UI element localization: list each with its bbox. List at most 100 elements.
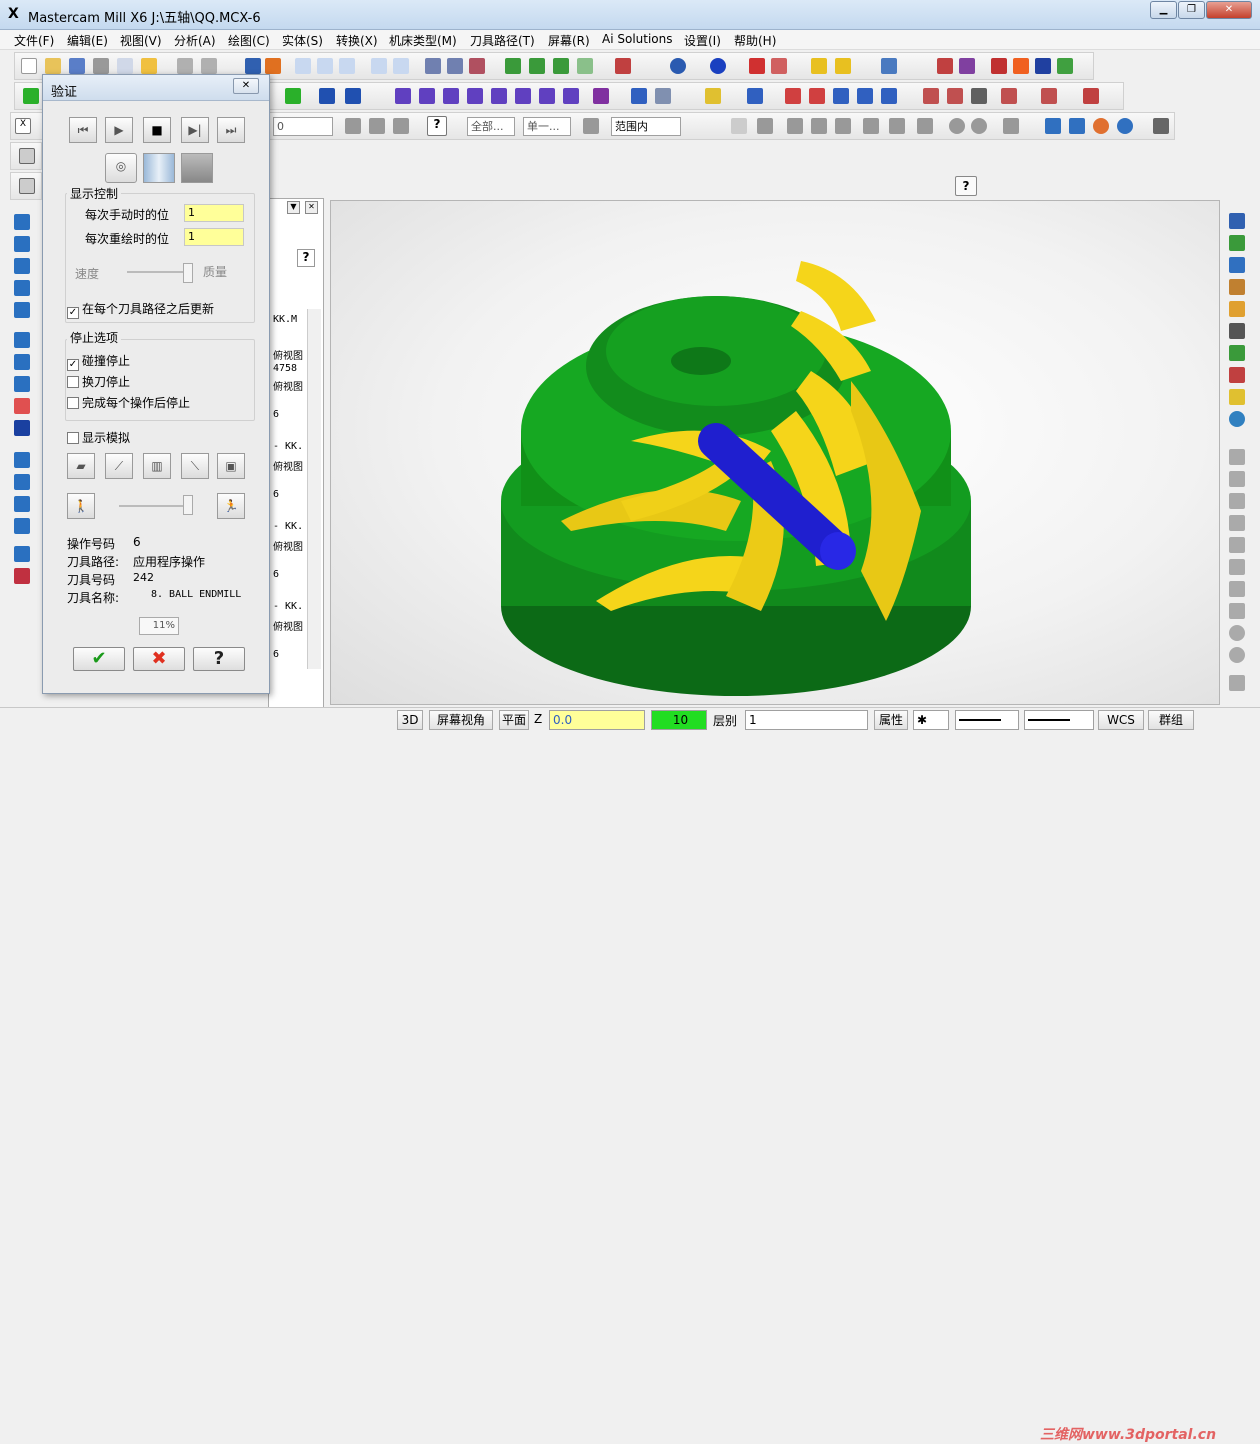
sim-speed-slider[interactable]: [119, 505, 193, 507]
toolpath-4-icon[interactable]: [467, 88, 483, 104]
hex-3-icon[interactable]: [811, 118, 827, 134]
machine-icon[interactable]: [1001, 88, 1017, 104]
hex-4-icon[interactable]: [835, 118, 851, 134]
close-button[interactable]: ✕: [1206, 1, 1252, 19]
layer-combo[interactable]: 1: [745, 710, 868, 730]
z-depth-combo[interactable]: 0.0: [549, 710, 645, 730]
question-icon[interactable]: [1003, 118, 1019, 134]
toolpath-2-icon[interactable]: [419, 88, 435, 104]
sigma-icon[interactable]: [1035, 58, 1051, 74]
cube-iso-icon[interactable]: [577, 58, 593, 74]
new-icon[interactable]: [21, 58, 37, 74]
show-simulation-checkbox[interactable]: 显示模拟: [67, 429, 130, 446]
right-gray-3-icon[interactable]: [1229, 493, 1245, 509]
right-pencil-icon[interactable]: [1229, 279, 1245, 295]
cube-front-icon[interactable]: [553, 58, 569, 74]
circle-icon[interactable]: [971, 118, 987, 134]
left-tool-7-icon[interactable]: [14, 354, 30, 370]
arc-icon[interactable]: [833, 88, 849, 104]
redo-icon[interactable]: [201, 58, 217, 74]
cube-icon[interactable]: [19, 148, 35, 164]
right-ruler-icon[interactable]: [1229, 389, 1245, 405]
hex-2-icon[interactable]: [787, 118, 803, 134]
toolpath-3-icon[interactable]: [443, 88, 459, 104]
wireframe-icon[interactable]: [771, 58, 787, 74]
help-button[interactable]: ?: [193, 647, 245, 671]
help-icon[interactable]: ?: [427, 116, 447, 136]
cube-green-icon[interactable]: [505, 58, 521, 74]
sim-speed-thumb[interactable]: [183, 495, 193, 515]
fast-forward-button[interactable]: ⏭: [217, 117, 245, 143]
render-icon[interactable]: [1117, 118, 1133, 134]
grid-icon[interactable]: [631, 88, 647, 104]
help-arrow-icon[interactable]: [937, 58, 953, 74]
menu-ai-solutions[interactable]: Ai Solutions: [602, 32, 673, 46]
view-cube-1-icon[interactable]: [1045, 118, 1061, 134]
right-gray-10-icon[interactable]: [1229, 647, 1245, 663]
view-cube-2-icon[interactable]: [1069, 118, 1085, 134]
toolpath-8-icon[interactable]: [563, 88, 579, 104]
post-icon[interactable]: [1057, 58, 1073, 74]
left-tool-8-icon[interactable]: [14, 376, 30, 392]
menu-edit[interactable]: 编辑(E): [67, 32, 108, 49]
simulate-icon[interactable]: [1041, 88, 1057, 104]
value-combo[interactable]: 0: [273, 117, 333, 136]
ruler-icon[interactable]: [811, 58, 827, 74]
tools-icon[interactable]: [1153, 118, 1169, 134]
erase-icon[interactable]: [469, 58, 485, 74]
left-tool-10-icon[interactable]: [14, 420, 30, 436]
undo-icon[interactable]: [177, 58, 193, 74]
stop-button[interactable]: ■: [143, 117, 171, 143]
right-solid-icon[interactable]: [1229, 345, 1245, 361]
right-view-icon[interactable]: [1229, 257, 1245, 273]
cancel-button[interactable]: ✖: [133, 647, 185, 671]
zoom-window-icon[interactable]: [295, 58, 311, 74]
groups-button[interactable]: 群组: [1148, 710, 1194, 730]
zoom-fit-icon[interactable]: [371, 58, 387, 74]
menu-toolpaths[interactable]: 刀具路径(T): [470, 32, 535, 49]
list-icon[interactable]: [809, 88, 825, 104]
zoom-in-icon[interactable]: [317, 58, 333, 74]
left-tool-13-icon[interactable]: [14, 496, 30, 512]
left-tool-12-icon[interactable]: [14, 474, 30, 490]
menu-screen[interactable]: 屏幕(R): [548, 32, 590, 49]
trophy-icon[interactable]: [141, 58, 157, 74]
repaint-icon[interactable]: [425, 58, 441, 74]
left-tool-14-icon[interactable]: [14, 518, 30, 534]
no-icon[interactable]: [949, 118, 965, 134]
right-save-icon[interactable]: [1229, 213, 1245, 229]
shade-icon[interactable]: [749, 58, 765, 74]
toolpath-1-icon[interactable]: [395, 88, 411, 104]
panel-help-icon[interactable]: ?: [297, 249, 315, 267]
right-gray-1-icon[interactable]: [1229, 449, 1245, 465]
wcs-button[interactable]: WCS: [1098, 710, 1144, 730]
left-tool-2-icon[interactable]: [14, 236, 30, 252]
play-button[interactable]: ▶: [105, 117, 133, 143]
update-after-each-checkbox[interactable]: ✓ 在每个刀具路径之后更新: [67, 300, 214, 319]
stock-display-icon[interactable]: [143, 153, 175, 183]
single-combo[interactable]: 单一...: [523, 117, 571, 136]
toolpath-5-icon[interactable]: [491, 88, 507, 104]
select-icon[interactable]: [583, 118, 599, 134]
menu-analyze[interactable]: 分析(A): [174, 32, 216, 49]
holder-display-icon[interactable]: [181, 153, 213, 183]
dimension-icon[interactable]: [593, 88, 609, 104]
verify-icon[interactable]: [923, 88, 939, 104]
tool-display-icon[interactable]: ◎: [105, 153, 137, 183]
run-speed-icon[interactable]: 🏃: [217, 493, 245, 519]
left-tool-11-icon[interactable]: [14, 452, 30, 468]
stop-on-collision-checkbox[interactable]: ✓ 碰撞停止: [67, 352, 130, 371]
toolpath-7-icon[interactable]: [539, 88, 555, 104]
fillet-icon[interactable]: [857, 88, 873, 104]
right-gray-7-icon[interactable]: [1229, 581, 1245, 597]
stop-after-each-op-checkbox[interactable]: 完成每个操作后停止: [67, 394, 190, 411]
plus-minus-icon[interactable]: [345, 118, 361, 134]
undo-select-icon[interactable]: [889, 118, 905, 134]
right-gray-9-icon[interactable]: [1229, 625, 1245, 641]
plus-icon[interactable]: [23, 88, 39, 104]
menu-solids[interactable]: 实体(S): [282, 32, 323, 49]
right-gray-8-icon[interactable]: [1229, 603, 1245, 619]
export-icon[interactable]: [1013, 58, 1029, 74]
speed-quality-thumb[interactable]: [183, 263, 193, 283]
minimize-button[interactable]: ▁: [1150, 1, 1177, 19]
